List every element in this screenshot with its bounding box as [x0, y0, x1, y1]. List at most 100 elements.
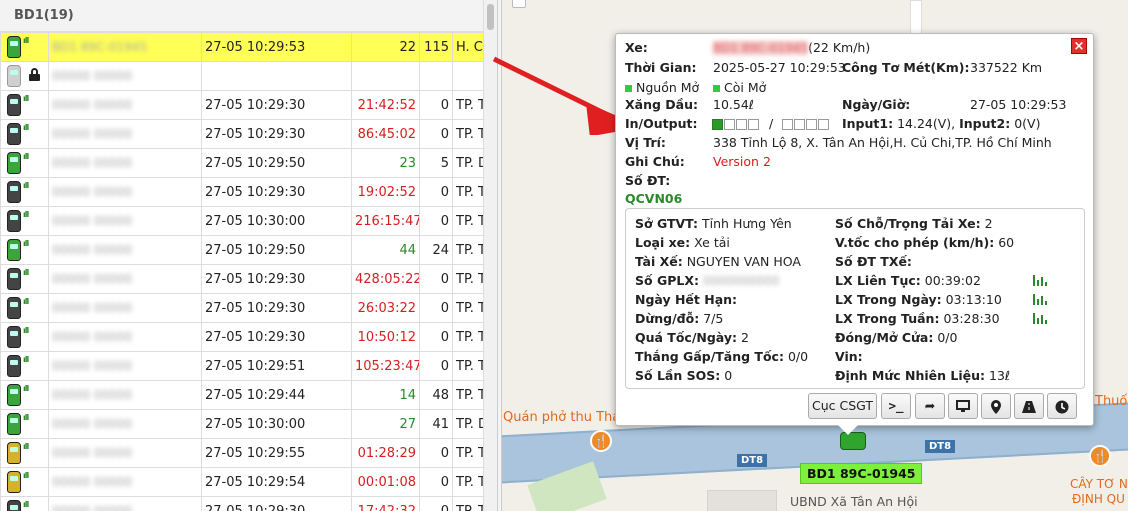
poi-label-ubnd[interactable]: UBND Xã Tân An Hội: [790, 494, 918, 509]
plate-cell: 00000 00000: [48, 496, 202, 511]
table-row[interactable]: ıll 00000 00000 27-05 10:29:30 19:02:52 0 TP.…: [0, 177, 483, 207]
duration-cell: 105:23:47: [351, 351, 420, 381]
duration-cell: 01:28:29: [351, 438, 420, 468]
bar-chart-icon[interactable]: [1033, 294, 1047, 305]
poi-label-pho[interactable]: Quán phở thu Thảo: [503, 410, 628, 425]
signal-icon: ıll: [23, 181, 29, 190]
speed-cell: 0: [419, 351, 453, 381]
speed-cell: 0: [419, 90, 453, 120]
table-row[interactable]: ıll 00000 00000 27-05 10:29:504424TP. Thuậ…: [0, 235, 483, 265]
vehicle-dark-icon: [7, 123, 21, 145]
time-cell: 27-05 10:30:00: [201, 409, 352, 439]
lxtrongngay-value: 03:13:10: [945, 292, 1002, 307]
zoom-control[interactable]: [512, 0, 526, 8]
vehicle-status-cell: ıll: [0, 177, 49, 207]
cuc-csgt-button[interactable]: Cục CSGT: [808, 393, 877, 419]
speed-cell: 115: [419, 32, 453, 62]
sogtvt-value: Tỉnh Hưng Yên: [702, 216, 792, 231]
vehicle-yellow-icon: [7, 442, 21, 464]
vehicle-plate-label[interactable]: BD1 89C-01945: [800, 463, 923, 484]
xangdau-value: 10.54ℓ: [713, 97, 754, 112]
lxtrongtuan-value: 03:28:30: [943, 311, 1000, 326]
road-label-dt8-right: DT8: [925, 440, 956, 453]
table-row[interactable]: ıll BD1 89C-01945 27-05 10:29:5322115H. Củ…: [0, 32, 483, 62]
socho-label: Số Chỗ/Trọng Tải Xe:: [835, 216, 981, 231]
table-row[interactable]: ıll 00000 00000 27-05 10:30:00 216:15:47 0 TP…: [0, 206, 483, 236]
table-row[interactable]: 00000 00000: [0, 61, 483, 91]
table-row[interactable]: ıll 00000 00000 27-05 10:29:54 00:01:08 0 TP.…: [0, 467, 483, 497]
time-cell: 27-05 10:29:30: [201, 90, 352, 120]
plate-redacted: 00000 00000: [52, 416, 133, 431]
address-cell: TP. Thuận An: [452, 293, 483, 323]
speed-cell: 0: [419, 119, 453, 149]
ngayhethan-label: Ngày Hết Hạn:: [635, 292, 738, 307]
time-cell: 27-05 10:29:30: [201, 496, 352, 511]
scrollbar-thumb[interactable]: [487, 4, 494, 30]
speed-cell: 48: [419, 380, 453, 410]
table-row[interactable]: ıll 00000 00000 27-05 10:29:30 26:03:22 0 TP.…: [0, 293, 483, 323]
dongmo-label: Đóng/Mở Cửa:: [835, 330, 934, 345]
bar-chart-icon[interactable]: [1033, 313, 1047, 324]
plate-redacted: 00000 00000: [52, 271, 133, 286]
speed-cell: 0: [419, 177, 453, 207]
sodt-label: Số ĐT:: [625, 173, 671, 188]
table-row[interactable]: ıll 00000 00000 27-05 10:29:30 21:42:52 0 TP.…: [0, 90, 483, 120]
clock-icon[interactable]: [1047, 393, 1077, 419]
plate-cell: 00000 00000: [48, 148, 202, 178]
time-cell: 27-05 10:29:50: [201, 235, 352, 265]
close-icon[interactable]: ×: [1071, 38, 1087, 54]
address-cell: [452, 61, 483, 91]
vehicle-status-cell: ıll: [0, 409, 49, 439]
group-header[interactable]: BD1(19): [0, 0, 483, 32]
table-row[interactable]: ıll 00000 00000 27-05 10:29:30 10:50:12 0 TP.…: [0, 322, 483, 352]
building-block: [707, 490, 777, 511]
loaixe-label: Loại xe:: [635, 235, 691, 250]
congtomet-label: Công Tơ Mét(Km):: [842, 60, 970, 75]
terminal-icon[interactable]: >_: [881, 393, 911, 419]
plate-cell: 00000 00000: [48, 235, 202, 265]
speed-cell: [419, 61, 453, 91]
address-cell: TP. Thủ Dầu: [452, 351, 483, 381]
plate-cell: 00000 00000: [48, 119, 202, 149]
vehicle-status-cell: ıll: [0, 206, 49, 236]
restaurant-poi-icon[interactable]: 🍴: [590, 430, 612, 452]
duration-cell: 86:45:02: [351, 119, 420, 149]
monitor-icon[interactable]: [948, 393, 978, 419]
speed-cell: 0: [419, 496, 453, 511]
road-icon[interactable]: [1014, 393, 1044, 419]
restaurant-poi-icon-right[interactable]: 🍴: [1089, 445, 1111, 467]
table-row[interactable]: ıll 00000 00000 27-05 10:29:30 428:05:22 0 TP…: [0, 264, 483, 294]
table-row[interactable]: ıll 00000 00000 27-05 10:29:51 105:23:47 0 TP…: [0, 351, 483, 381]
bar-chart-icon[interactable]: [1033, 275, 1047, 286]
vehicle-status-cell: [0, 61, 49, 91]
plate-cell: 00000 00000: [48, 61, 202, 91]
thoigian-label: Thời Gian:: [625, 60, 697, 75]
nguon-mo: Nguồn Mở: [636, 80, 700, 95]
forward-icon[interactable]: ➦: [915, 393, 945, 419]
address-cell: TP. Dĩ An: [452, 409, 483, 439]
table-row[interactable]: ıll 00000 00000 27-05 10:29:55 01:28:29 0 TP.…: [0, 438, 483, 468]
plate-redacted: 00000 00000: [52, 503, 133, 511]
table-row[interactable]: ıll 00000 00000 27-05 10:29:30 17:42:32 0 TP.…: [0, 496, 483, 511]
vehicle-status-cell: ıll: [0, 467, 49, 497]
plate-redacted: 00000 00000: [52, 68, 133, 83]
table-row[interactable]: ıll 00000 00000 27-05 10:30:002741TP. Dĩ A…: [0, 409, 483, 439]
table-row[interactable]: ıll 00000 00000 27-05 10:29:441448TP. Thủ …: [0, 380, 483, 410]
lxlientuc-label: LX Liên Tục:: [835, 273, 921, 288]
qcvn-title: QCVN06: [625, 191, 683, 206]
poi-label-cay-2[interactable]: ĐỊNH QU: [1072, 492, 1125, 506]
inout-label: In/Output:: [625, 116, 698, 131]
dungdo-label: Dừng/đỗ:: [635, 311, 700, 326]
poi-label-cay-1[interactable]: CÂY TƠ N: [1070, 477, 1128, 491]
vehicle-green-icon: [7, 36, 21, 58]
solansos-value: 0: [724, 368, 733, 383]
signal-icon: ıll: [23, 36, 29, 45]
map-pin-icon[interactable]: [981, 393, 1011, 419]
poi-label-thuoc[interactable]: Thuốc: [1095, 394, 1128, 409]
plate-redacted: 00000 00000: [52, 300, 133, 315]
table-row[interactable]: ıll 00000 00000 27-05 10:29:30 86:45:02 0 TP.…: [0, 119, 483, 149]
signal-icon: ıll: [23, 152, 29, 161]
lxtrongngay-label: LX Trong Ngày:: [835, 292, 942, 307]
table-row[interactable]: ıll 00000 00000 27-05 10:29:50235TP. Dĩ An: [0, 148, 483, 178]
address-cell: TP. Thuận An: [452, 90, 483, 120]
